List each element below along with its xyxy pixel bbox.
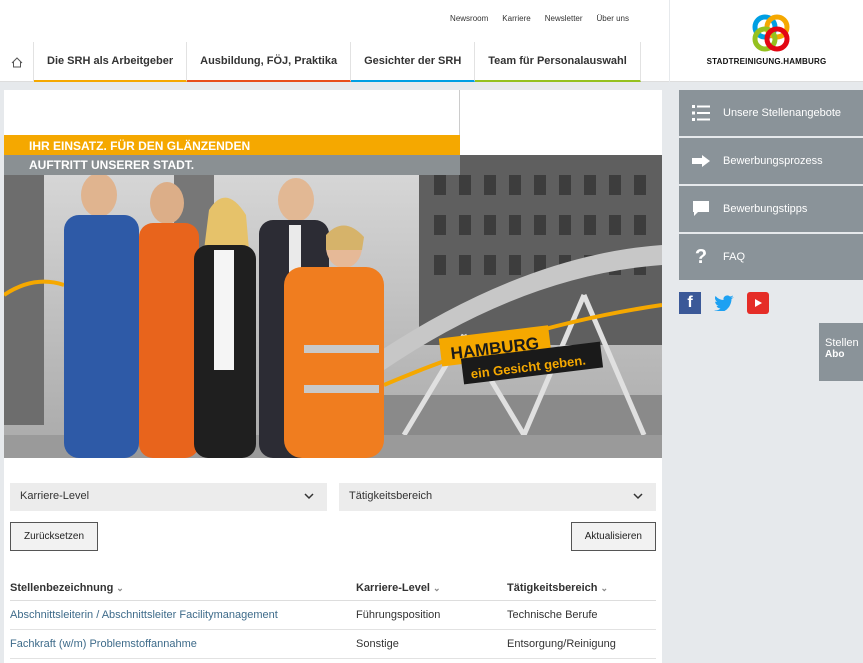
social-links: f: [679, 292, 863, 314]
column-header-karriere-level[interactable]: Karriere-Level ⌄: [356, 582, 507, 594]
jobs-table: Stellenbezeichnung ⌄ Karriere-Level ⌄ Täti…: [10, 575, 656, 659]
sort-chevron-icon: ⌄: [433, 582, 441, 593]
list-icon: [679, 105, 723, 121]
update-button[interactable]: Aktualisieren: [570, 522, 656, 551]
filter-buttons: Zurücksetzen Aktualisieren: [10, 522, 656, 551]
top-link-karriere[interactable]: Karriere: [502, 14, 530, 23]
logo-rings-icon: [752, 14, 790, 52]
sidebar-item-faq[interactable]: ? FAQ: [679, 234, 863, 282]
column-header-taetigkeitsbereich[interactable]: Tätigkeitsbereich ⌄: [507, 582, 656, 594]
hero-illustration: HAMBURG ein Gesicht geben.: [4, 155, 662, 458]
facebook-icon[interactable]: f: [679, 292, 701, 314]
sidebar-item-label: FAQ: [723, 251, 746, 263]
filter-bar: Karriere-Level Tätigkeitsbereich: [10, 483, 656, 511]
sidebar-item-label: Unsere Stellenangebote: [723, 107, 842, 119]
job-area: Technische Berufe: [507, 609, 598, 621]
job-title-link[interactable]: Fachkraft (w/m) Problemstoffannahme: [10, 638, 356, 650]
logo-text: STADTREINIGUNG.HAMBURG: [706, 57, 827, 66]
arrow-right-icon: [679, 155, 723, 167]
reset-button[interactable]: Zurücksetzen: [10, 522, 99, 551]
sidebar: Unsere Stellenangebote Bewerbungsprozess…: [679, 90, 863, 314]
sidebar-item-bewerbungstipps[interactable]: Bewerbungstipps: [679, 186, 863, 234]
chevron-down-icon: [304, 493, 314, 500]
job-area: Entsorgung/Reinigung: [507, 638, 616, 650]
hero-top-area: [4, 90, 460, 136]
stellen-abo-tab[interactable]: Stellen Abo: [819, 323, 863, 381]
column-header-label: Stellenbezeichnung: [10, 581, 114, 594]
top-link-newsletter[interactable]: Newsletter: [545, 14, 583, 23]
youtube-icon[interactable]: [747, 292, 769, 314]
taetigkeitsbereich-select-label: Tätigkeitsbereich: [349, 490, 433, 502]
table-row: Fachkraft (w/m) Problemstoffannahme Sons…: [10, 630, 656, 659]
chat-bubble-icon: [679, 201, 723, 217]
top-links: Newsroom Karriere Newsletter Über uns: [450, 14, 629, 23]
site-header: Newsroom Karriere Newsletter Über uns Di…: [0, 0, 669, 82]
hero-image: HAMBURG ein Gesicht geben.: [4, 155, 662, 458]
sidebar-item-stellenangebote[interactable]: Unsere Stellenangebote: [679, 90, 863, 138]
sort-chevron-icon: ⌄: [116, 582, 124, 593]
table-row: Abschnittsleiterin / Abschnittsleiter Fa…: [10, 601, 656, 630]
logo[interactable]: STADTREINIGUNG.HAMBURG: [670, 0, 863, 82]
column-header-label: Tätigkeitsbereich: [507, 581, 598, 594]
hero-headline-1: IHR EINSATZ. FÜR DEN GLÄNZENDEN: [4, 135, 460, 155]
top-link-newsroom[interactable]: Newsroom: [450, 14, 488, 23]
sidebar-item-label: Bewerbungsprozess: [723, 155, 823, 167]
karriere-level-select[interactable]: Karriere-Level: [10, 483, 327, 511]
abo-line-1: Stellen: [825, 337, 859, 349]
table-header: Stellenbezeichnung ⌄ Karriere-Level ⌄ Täti…: [10, 575, 656, 601]
question-mark-icon: ?: [694, 245, 708, 268]
nav-tab-arbeitgeber[interactable]: Die SRH als Arbeitgeber: [34, 42, 188, 82]
nav-tab-gesichter[interactable]: Gesichter der SRH: [351, 42, 476, 82]
nav-tab-ausbildung[interactable]: Ausbildung, FÖJ, Praktika: [187, 42, 352, 82]
column-header-label: Karriere-Level: [356, 581, 430, 594]
main-navigation: Die SRH als Arbeitgeber Ausbildung, FÖJ,…: [0, 42, 641, 82]
karriere-level-select-label: Karriere-Level: [20, 490, 90, 502]
job-level: Führungsposition: [356, 609, 441, 621]
twitter-icon[interactable]: [713, 292, 735, 314]
abo-line-2: Abo: [825, 349, 845, 360]
taetigkeitsbereich-select[interactable]: Tätigkeitsbereich: [339, 483, 656, 511]
column-header-stellenbezeichnung[interactable]: Stellenbezeichnung ⌄: [10, 582, 356, 594]
sidebar-item-label: Bewerbungstipps: [723, 203, 808, 215]
sidebar-item-bewerbungsprozess[interactable]: Bewerbungsprozess: [679, 138, 863, 186]
sort-chevron-icon: ⌄: [600, 582, 609, 593]
nav-tab-team[interactable]: Team für Personalauswahl: [475, 42, 641, 82]
chevron-down-icon: [633, 493, 643, 500]
hero-headline-2: AUFTRITT UNSERER STADT.: [4, 155, 460, 175]
job-title-link[interactable]: Abschnittsleiterin / Abschnittsleiter Fa…: [10, 609, 356, 621]
home-icon[interactable]: [0, 42, 34, 82]
top-link-ueber-uns[interactable]: Über uns: [597, 14, 629, 23]
main-content: IHR EINSATZ. FÜR DEN GLÄNZENDEN AUFTRITT…: [4, 90, 662, 663]
job-level: Sonstige: [356, 638, 399, 650]
